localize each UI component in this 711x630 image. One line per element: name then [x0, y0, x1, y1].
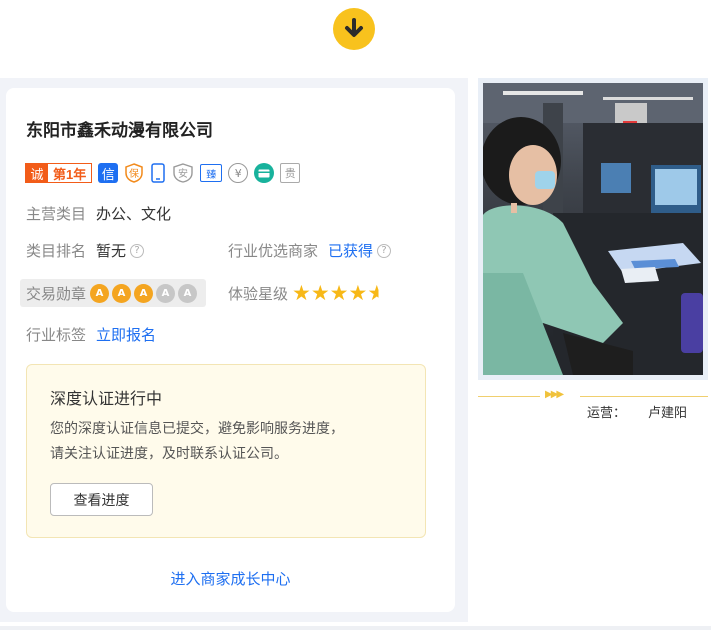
honor-badge[interactable]: 贵 [280, 163, 301, 183]
operator-photo-frame [478, 78, 708, 380]
register-now-link[interactable]: 立即报名 [96, 324, 156, 345]
star-icon: ★ [310, 281, 330, 305]
operator-label: 运营： [587, 406, 627, 421]
category-rank-label: 类目排名 [26, 242, 87, 260]
help-icon[interactable]: ? [377, 243, 392, 258]
star-icon: ★ [292, 281, 311, 305]
shield-bao-icon: 保 [125, 163, 143, 183]
notice-text: 您的深度认证信息已提交，避免影响服务进度， 请关注认证进度，及时联系认证公司。 [50, 417, 410, 467]
view-progress-button[interactable]: 查看进度 [50, 483, 153, 516]
medal-icon: A [112, 284, 132, 303]
category-rank-row: 类目排名 暂无 ? [26, 240, 145, 261]
trade-medal-row: 交易勋章 AAAAA [26, 283, 198, 304]
badge-row: 诚 第1年 信 保 安 臻 ¥ 贵 [25, 162, 306, 184]
notice-line-2: 请关注认证进度，及时联系认证公司。 [50, 446, 288, 462]
main-category-value: 办公、文化 [96, 205, 172, 223]
phone-icon [151, 163, 165, 183]
medal-icon: A [156, 284, 176, 303]
main-category-label: 主营类目 [26, 205, 87, 223]
verification-notice: 深度认证进行中 您的深度认证信息已提交，避免影响服务进度， 请关注认证进度，及时… [26, 364, 426, 538]
integrity-year-badge[interactable]: 诚 第1年 [25, 163, 93, 183]
experience-stars-label: 体验星级 [228, 285, 289, 303]
star-icon: ★ [329, 281, 349, 305]
trade-medals[interactable]: AAAAA [90, 284, 198, 303]
card-icon [258, 169, 270, 177]
star-icon: ★ [367, 281, 387, 305]
experience-stars: ★ ★ ★ ★ ★ [292, 283, 386, 304]
trade-medal-label: 交易勋章 [26, 285, 87, 303]
svg-text:安: 安 [178, 167, 188, 180]
office-scene-illustration [483, 83, 703, 375]
integrity-badge-label: 诚 [26, 164, 48, 182]
industry-preferred-value[interactable]: 已获得 [328, 240, 373, 261]
divider-line-right [580, 396, 708, 397]
card-badge[interactable] [254, 163, 275, 183]
merchant-growth-center-link[interactable]: 进入商家成长中心 [6, 568, 455, 589]
divider-arrows-icon: ▶▶▶ [545, 389, 564, 400]
payment-badge[interactable]: ¥ [228, 163, 249, 183]
notice-line-1: 您的深度认证信息已提交，避免影响服务进度， [50, 421, 344, 437]
help-icon[interactable]: ? [130, 243, 145, 258]
operator-name: 卢建阳 [648, 406, 688, 421]
star-icon: ★ [348, 281, 368, 305]
divider-line-left [478, 396, 540, 397]
premium-badge[interactable]: 臻 [200, 164, 223, 182]
safety-badge[interactable]: 安 [172, 163, 194, 183]
mobile-badge[interactable] [150, 163, 166, 183]
category-rank-value: 暂无 [96, 242, 127, 260]
bottom-divider [0, 626, 711, 630]
industry-preferred-label: 行业优选商家 [228, 242, 319, 260]
industry-tag-label: 行业标签 [26, 326, 87, 344]
integrity-year: 第1年 [53, 166, 87, 182]
main-category-row: 主营类目 办公、文化 [26, 203, 171, 224]
medal-icon: A [134, 284, 154, 303]
operator-photo [483, 83, 703, 375]
down-arrow-icon [345, 18, 363, 37]
svg-text:保: 保 [129, 167, 139, 180]
experience-stars-row: 体验星级 ★ ★ ★ ★ ★ [228, 283, 386, 304]
medal-icon: A [90, 284, 110, 303]
medal-icon: A [178, 284, 198, 303]
shield-an-icon: 安 [173, 163, 193, 183]
scroll-down-button[interactable] [333, 8, 375, 50]
industry-tag-row: 行业标签 立即报名 [26, 324, 156, 345]
industry-preferred-row: 行业优选商家 已获得 ? [228, 240, 392, 261]
merchant-card: 东阳市鑫禾动漫有限公司 诚 第1年 信 保 安 臻 ¥ 贵 主营类目 办公、文化… [6, 88, 455, 612]
notice-title: 深度认证进行中 [50, 389, 163, 408]
credit-badge[interactable]: 信 [98, 163, 119, 183]
company-name: 东阳市鑫禾动漫有限公司 [26, 121, 213, 141]
guarantee-badge[interactable]: 保 [124, 163, 144, 183]
